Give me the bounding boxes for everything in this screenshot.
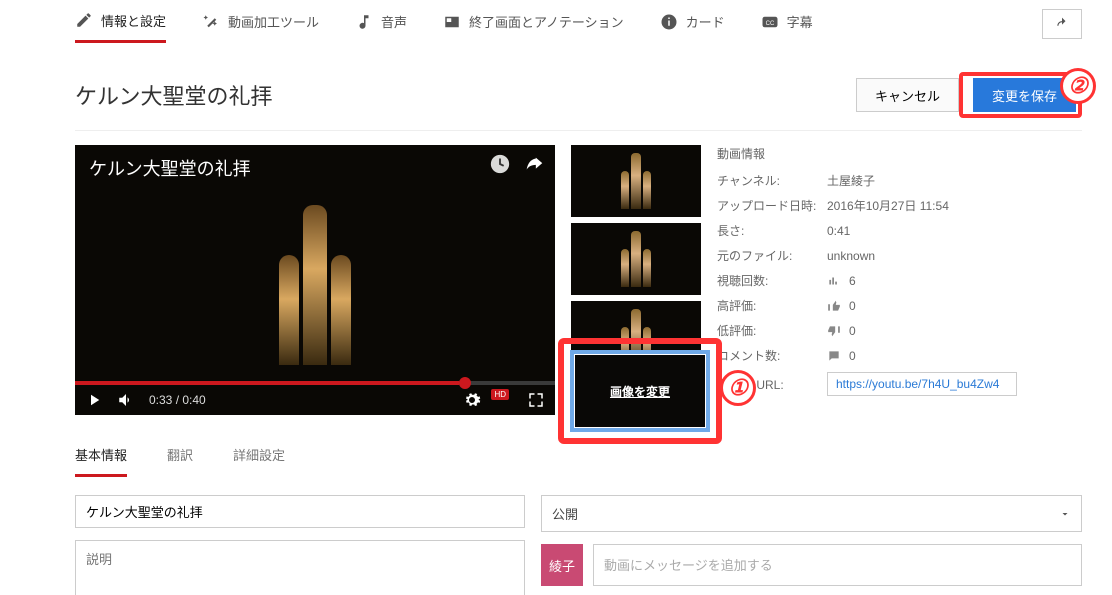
play-icon[interactable] [85,391,103,409]
page-title: ケルン大聖堂の礼拝 [75,79,848,111]
avatar: 綾子 [541,544,583,586]
length-value: 0:41 [827,224,850,238]
undo-icon [1053,17,1071,31]
channel-value: 土屋綾子 [827,172,875,189]
description-input[interactable] [75,540,525,595]
orig-label: 元のファイル: [717,247,827,264]
share-message-input[interactable]: 動画にメッセージを追加する [593,544,1082,586]
length-label: 長さ: [717,222,827,239]
dislikes-label: 低評価: [717,322,827,339]
tab-subtitles[interactable]: CC 字幕 [761,12,813,41]
player-controls: 0:33 / 0:40 HD [75,385,555,415]
tab-label: カード [686,12,725,31]
change-image-label: 画像を変更 [610,383,670,400]
tab-info-settings[interactable]: 情報と設定 [75,11,166,43]
video-player[interactable]: ケルン大聖堂の礼拝 0:33 / 0:40 HD [75,145,555,415]
custom-thumbnail-button[interactable]: 画像を変更 [575,355,705,427]
video-url-box[interactable]: https://youtu.be/7h4U_bu4Zw4 [827,372,1017,396]
cancel-button[interactable]: キャンセル [856,78,959,112]
views-icon [827,274,841,288]
share-icon[interactable] [523,153,545,175]
comments-value: 0 [849,349,856,363]
top-tabs: 情報と設定 動画加工ツール 音声 終了画面とアノテーション カード CC 字幕 [75,0,1082,44]
likes-value: 0 [849,299,856,313]
svg-text:CC: CC [765,21,774,27]
video-info-panel: 動画情報 チャンネル:土屋綾子 アップロード日時:2016年10月27日 11:… [717,145,1082,415]
subtab-translations[interactable]: 翻訳 [167,445,193,477]
views-label: 視聴回数: [717,272,827,289]
fullscreen-icon[interactable] [527,391,545,409]
info-circle-icon [660,13,678,31]
title-input[interactable] [75,495,525,528]
comments-label: コメント数: [717,347,827,364]
tab-enhancements[interactable]: 動画加工ツール [202,12,319,41]
undo-button[interactable] [1042,9,1082,39]
video-frame-art [245,185,385,365]
thumbs-up-icon [827,299,841,313]
subtab-basic[interactable]: 基本情報 [75,445,127,477]
upload-label: アップロード日時: [717,197,827,214]
tab-cards[interactable]: カード [660,12,725,41]
sub-tabs: 基本情報 翻訳 詳細設定 [75,445,1082,477]
comment-icon [827,349,841,363]
pencil-icon [75,11,93,29]
wand-icon [202,13,220,31]
views-value: 6 [849,274,856,288]
tab-label: 動画加工ツール [228,12,319,31]
subtab-advanced[interactable]: 詳細設定 [233,445,285,477]
basic-form: 公開 綾子 動画にメッセージを追加する [75,495,1082,595]
watch-later-icon[interactable] [489,153,511,175]
thumbnail-option-2[interactable] [571,223,701,295]
annotation-2: ② [1060,68,1096,104]
thumbs-down-icon [827,324,841,338]
tab-label: 情報と設定 [101,11,166,30]
privacy-select[interactable]: 公開 [541,495,1082,532]
thumbnail-option-1[interactable] [571,145,701,217]
custom-thumb-highlight: 画像を変更 [558,338,722,444]
tab-audio[interactable]: 音声 [355,12,407,41]
endscreen-icon [443,13,461,31]
tab-endscreen[interactable]: 終了画面とアノテーション [443,12,624,41]
info-header: 動画情報 [717,145,1082,162]
dislikes-value: 0 [849,324,856,338]
tab-label: 音声 [381,12,407,31]
tab-label: 字幕 [787,12,813,31]
privacy-value: 公開 [552,504,578,523]
video-title-overlay: ケルン大聖堂の礼拝 [89,155,251,181]
chevron-down-icon [1059,508,1071,520]
channel-label: チャンネル: [717,172,827,189]
settings-gear-icon[interactable] [463,391,481,409]
music-note-icon [355,13,373,31]
orig-value: unknown [827,249,875,263]
likes-label: 高評価: [717,297,827,314]
tab-label: 終了画面とアノテーション [469,12,624,31]
time-display: 0:33 / 0:40 [149,393,206,407]
title-row: ケルン大聖堂の礼拝 キャンセル 変更を保存 [75,44,1082,131]
annotation-1: ① [720,370,756,406]
cc-icon: CC [761,13,779,31]
volume-icon[interactable] [117,391,135,409]
upload-value: 2016年10月27日 11:54 [827,197,949,214]
